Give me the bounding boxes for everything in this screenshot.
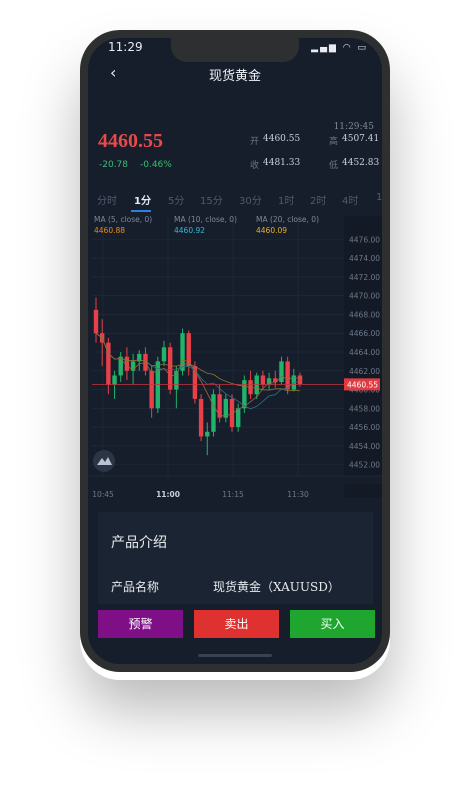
candle-body <box>198 398 204 437</box>
low-label: 低 <box>329 161 339 171</box>
candle-body <box>260 375 266 385</box>
chart-background <box>88 212 382 502</box>
y-tick-label: 4464.00 <box>349 348 380 357</box>
y-tick-label: 4474.00 <box>349 254 380 263</box>
tab-15min[interactable]: 15分 <box>200 192 223 207</box>
current-price-label: 4460.55 <box>347 380 378 389</box>
signal-wifi-battery-icon: ▂▄▆ ◠ ▭ <box>311 43 368 53</box>
candle-body <box>254 375 259 395</box>
chart-svg: 4476.00 4474.00 4472.00 4470.00 4468.00 4466.… <box>88 212 382 502</box>
tab-4hour[interactable]: 4时 <box>342 192 358 207</box>
tab-1hour[interactable]: 1时 <box>278 192 294 207</box>
ma-legend-label: MA (20, close, 0) <box>256 215 319 224</box>
y-tick-label: 4472.00 <box>349 273 380 282</box>
ma-legend-value: 4460.09 <box>256 226 287 235</box>
candle-body <box>223 398 229 418</box>
tab-timeshare[interactable]: 分时 <box>97 192 117 207</box>
candlestick-chart[interactable]: 4476.00 4474.00 4472.00 4470.00 4468.00 4466.… <box>88 212 382 502</box>
y-tick-label: 4462.00 <box>349 367 380 376</box>
candle-body <box>211 394 216 432</box>
candle-body <box>279 361 284 383</box>
high-label: 高 <box>329 137 339 147</box>
close-value: 4481.33 <box>263 158 301 168</box>
tab-5min[interactable]: 5分 <box>168 192 184 207</box>
low-value: 4452.83 <box>342 158 380 168</box>
candle-body <box>285 361 290 390</box>
candle-body <box>149 370 154 409</box>
product-name-value: 现货黄金（XAUUSD） <box>213 580 340 594</box>
price-change: -20.78 <box>99 160 129 170</box>
timeframe-tabs: 分时 1分 5分 15分 30分 1时 2时 4时 1 <box>88 184 382 213</box>
y-tick-label: 4456.00 <box>349 423 380 432</box>
candle-body <box>93 309 99 334</box>
candle-body <box>297 375 303 385</box>
app-screen: 11:29 ▂▄▆ ◠ ▭ ‹ 现货黄金 11:29:45 4460.55 -2… <box>88 38 382 664</box>
home-indicator <box>198 654 272 657</box>
ma-legend-value: 4460.92 <box>174 226 205 235</box>
high-value: 4507.41 <box>342 134 380 144</box>
y-tick-label: 4476.00 <box>349 235 380 244</box>
candle-body <box>112 375 117 385</box>
buy-button[interactable]: 买入 <box>290 610 375 638</box>
tab-30min[interactable]: 30分 <box>239 192 262 207</box>
x-tick-label: 11:30 <box>287 490 309 499</box>
product-name-label: 产品名称 <box>111 580 160 594</box>
ma-legend-label: MA (10, close, 0) <box>174 215 237 224</box>
y-tick-label: 4468.00 <box>349 310 380 319</box>
close-label: 收 <box>250 161 260 171</box>
ma-legend-label: MA (5, close, 0) <box>94 215 152 224</box>
tab-1min[interactable]: 1分 <box>134 192 151 207</box>
y-tick-label: 4452.00 <box>349 461 380 470</box>
quote-panel: 11:29:45 4460.55 -20.78 -0.46% 开 4460.55… <box>88 110 382 188</box>
status-time: 11:29 <box>108 40 143 54</box>
product-intro-card: 产品介绍 产品名称 现货黄金（XAUUSD） <box>98 512 373 612</box>
x-tick-label: 10:45 <box>92 490 114 499</box>
y-tick-label: 4458.00 <box>349 404 380 413</box>
open-label: 开 <box>250 137 260 147</box>
page-title: 现货黄金 <box>208 69 261 84</box>
tab-2hour[interactable]: 2时 <box>310 192 326 207</box>
candle-body <box>205 431 210 437</box>
intro-title: 产品介绍 <box>111 535 167 551</box>
open-value: 4460.55 <box>263 134 301 144</box>
quote-time: 11:29:45 <box>333 122 374 132</box>
alert-button[interactable]: 预警 <box>98 610 183 638</box>
price-change-percent: -0.46% <box>140 160 172 170</box>
candle-body <box>161 347 167 362</box>
y-tick-label: 4470.00 <box>349 292 380 301</box>
ma-legend-value: 4460.88 <box>94 226 125 235</box>
last-price: 4460.55 <box>98 130 163 152</box>
tab-more[interactable]: 1 <box>376 192 382 203</box>
y-tick-label: 4454.00 <box>349 442 380 451</box>
candle-body <box>217 394 222 418</box>
nav-bar: ‹ 现货黄金 <box>88 56 382 94</box>
candle-body <box>174 370 179 390</box>
x-axis-panel <box>344 484 382 498</box>
x-tick-label: 11:00 <box>156 490 180 499</box>
candle-body <box>235 408 241 428</box>
y-tick-label: 4466.00 <box>349 329 380 338</box>
sell-button[interactable]: 卖出 <box>194 610 279 638</box>
candle-body <box>167 347 173 390</box>
x-tick-label: 11:15 <box>222 490 244 499</box>
